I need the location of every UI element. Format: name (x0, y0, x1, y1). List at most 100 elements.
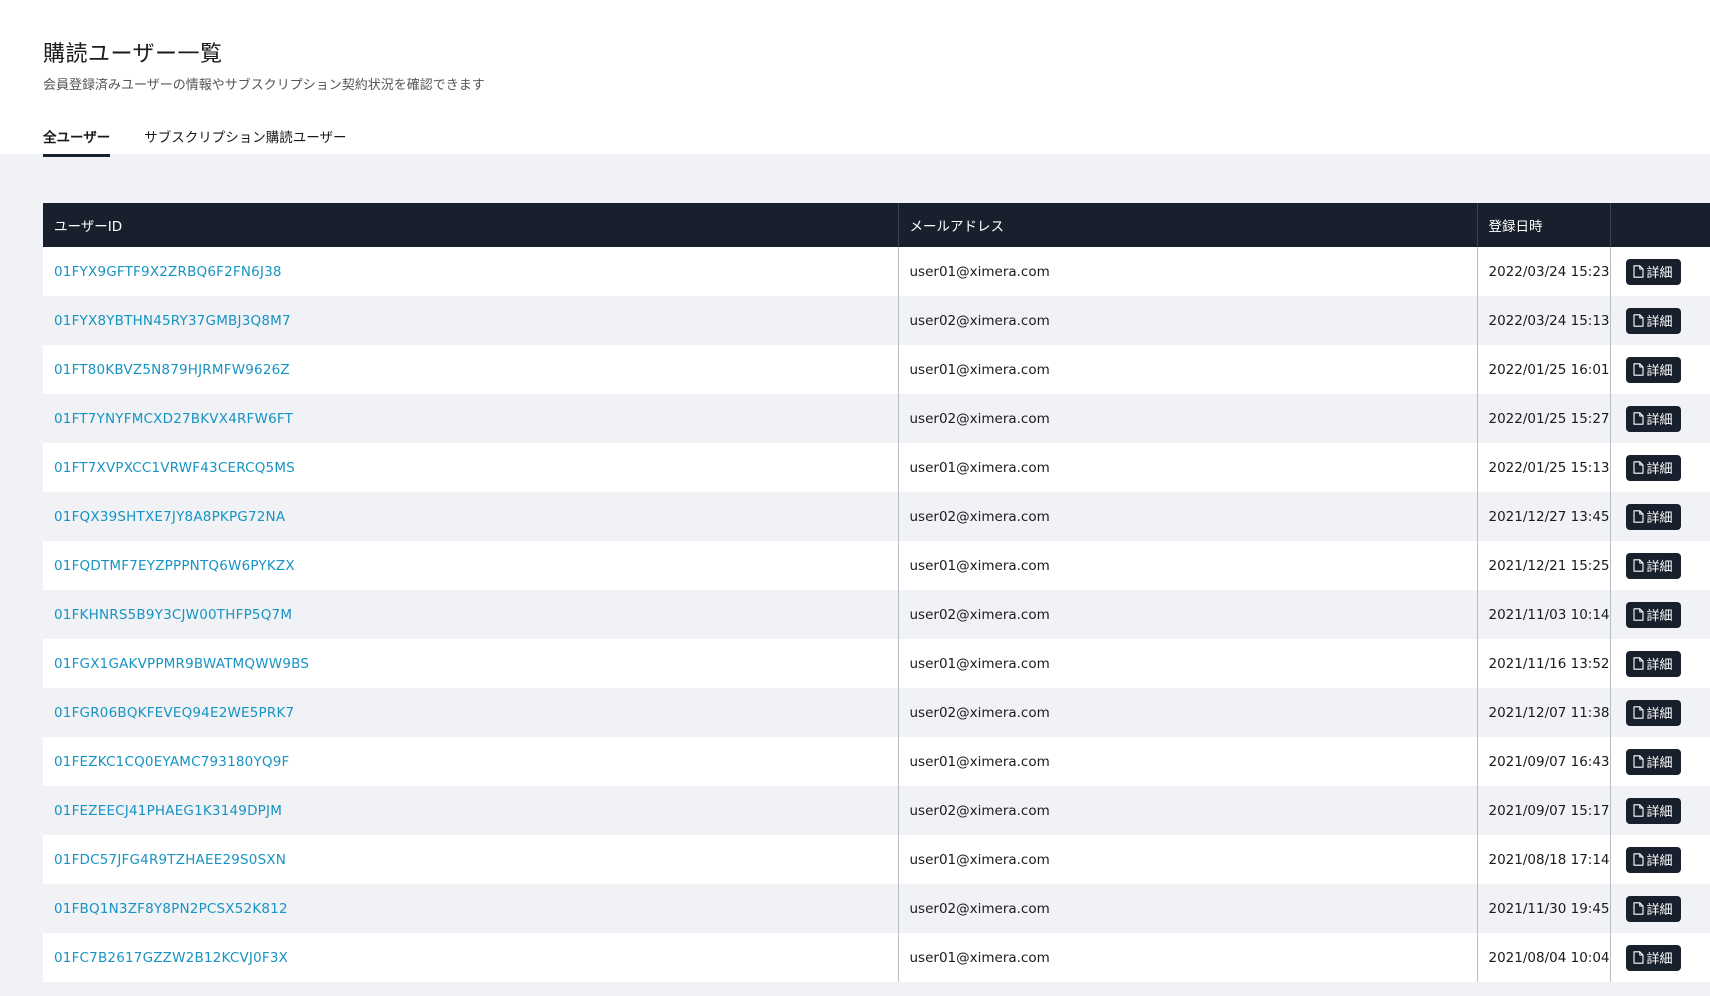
user-id-link[interactable]: 01FT80KBVZ5N879HJRMFW9626Z (54, 362, 290, 378)
detail-button-label: 詳細 (1646, 511, 1673, 526)
detail-button[interactable]: 詳細 (1625, 356, 1681, 383)
actions-cell: 詳細 (1610, 443, 1710, 492)
detail-button-label: 詳細 (1646, 609, 1673, 624)
column-header-registered-at[interactable]: 登録日時 (1477, 203, 1611, 247)
user-id-link[interactable]: 01FQX39SHTXE7JY8A8PKPG72NA (54, 509, 285, 525)
email-text: user01@ximera.com (909, 753, 1050, 770)
user-id-link[interactable]: 01FT7YNYFMCXD27BKVX4RFW6FT (54, 411, 293, 427)
email-cell: user01@ximera.com (898, 443, 1478, 492)
user-id-link[interactable]: 01FYX8YBTHN45RY37GMBJ3Q8M7 (54, 313, 291, 329)
user-id-link[interactable]: 01FYX9GFTF9X2ZRBQ6F2FN6J38 (54, 264, 282, 280)
registered-at-cell: 2021/12/27 13:45 (1477, 492, 1611, 541)
email-text: user02@ximera.com (909, 704, 1050, 721)
actions-cell: 詳細 (1610, 835, 1710, 884)
user-id-link[interactable]: 01FC7B2617GZZW2B12KCVJ0F3X (54, 950, 288, 966)
detail-button[interactable]: 詳細 (1625, 601, 1681, 628)
email-text: user02@ximera.com (909, 312, 1050, 329)
email-cell: user02@ximera.com (898, 492, 1478, 541)
user-id-link[interactable]: 01FBQ1N3ZF8Y8PN2PCSX52K812 (54, 901, 288, 917)
user-id-cell: 01FGX1GAKVPPMR9BWATMQWW9BS (43, 639, 899, 688)
email-text: user01@ximera.com (909, 851, 1050, 868)
registered-at-text: 2022/01/25 16:01 (1488, 361, 1610, 378)
detail-button[interactable]: 詳細 (1625, 846, 1681, 873)
user-id-cell: 01FGR06BQKFEVEQ94E2WE5PRK7 (43, 688, 899, 737)
actions-cell: 詳細 (1610, 394, 1710, 443)
user-id-link[interactable]: 01FGR06BQKFEVEQ94E2WE5PRK7 (54, 705, 294, 721)
registered-at-text: 2021/11/16 13:52 (1488, 655, 1610, 672)
detail-button-label: 詳細 (1646, 364, 1673, 379)
email-cell: user01@ximera.com (898, 639, 1478, 688)
detail-button-label: 詳細 (1646, 560, 1673, 575)
registered-at-cell: 2022/01/25 15:27 (1477, 394, 1611, 443)
document-icon (1632, 265, 1644, 278)
registered-at-text: 2021/12/27 13:45 (1488, 508, 1610, 525)
user-id-link[interactable]: 01FDC57JFG4R9TZHAEE29S0SXN (54, 852, 286, 868)
email-cell: user01@ximera.com (898, 933, 1478, 982)
table-row: 01FGX1GAKVPPMR9BWATMQWW9BS user01@ximera… (43, 639, 1710, 688)
detail-button[interactable]: 詳細 (1625, 454, 1681, 481)
registered-at-cell: 2022/01/25 16:01 (1477, 345, 1611, 394)
registered-at-cell: 2022/03/24 15:23 (1477, 247, 1611, 296)
document-icon (1632, 804, 1644, 817)
registered-at-text: 2022/01/25 15:13 (1488, 459, 1610, 476)
detail-button-label: 詳細 (1646, 707, 1673, 722)
tab-bar: 全ユーザー サブスクリプション購読ユーザー (43, 126, 346, 157)
document-icon (1632, 657, 1644, 670)
detail-button[interactable]: 詳細 (1625, 944, 1681, 971)
registered-at-cell: 2021/12/07 11:38 (1477, 688, 1611, 737)
table-body: 01FYX9GFTF9X2ZRBQ6F2FN6J38 user01@ximera… (43, 247, 1710, 982)
email-cell: user02@ximera.com (898, 688, 1478, 737)
user-id-link[interactable]: 01FKHNRS5B9Y3CJW00THFP5Q7M (54, 607, 292, 623)
table-row: 01FT7XVPXCC1VRWF43CERCQ5MS user01@ximera… (43, 443, 1710, 492)
detail-button[interactable]: 詳細 (1625, 748, 1681, 775)
user-id-link[interactable]: 01FT7XVPXCC1VRWF43CERCQ5MS (54, 460, 295, 476)
table-row: 01FEZKC1CQ0EYAMC793180YQ9F user01@ximera… (43, 737, 1710, 786)
detail-button[interactable]: 詳細 (1625, 699, 1681, 726)
table-row: 01FKHNRS5B9Y3CJW00THFP5Q7M user02@ximera… (43, 590, 1710, 639)
document-icon (1632, 706, 1644, 719)
user-id-cell: 01FYX8YBTHN45RY37GMBJ3Q8M7 (43, 296, 899, 345)
page-subtitle: 会員登録済みユーザーの情報やサブスクリプション契約状況を確認できます (43, 78, 485, 93)
detail-button[interactable]: 詳細 (1625, 797, 1681, 824)
detail-button[interactable]: 詳細 (1625, 307, 1681, 334)
detail-button[interactable]: 詳細 (1625, 503, 1681, 530)
document-icon (1632, 559, 1644, 572)
registered-at-cell: 2021/09/07 15:17 (1477, 786, 1611, 835)
tab-all-users[interactable]: 全ユーザー (43, 126, 111, 157)
user-id-link[interactable]: 01FQDTMF7EYZPPPNTQ6W6PYKZX (54, 558, 295, 574)
detail-button[interactable]: 詳細 (1625, 552, 1681, 579)
detail-button[interactable]: 詳細 (1625, 258, 1681, 285)
document-icon (1632, 902, 1644, 915)
detail-button-label: 詳細 (1646, 266, 1673, 281)
user-id-link[interactable]: 01FGX1GAKVPPMR9BWATMQWW9BS (54, 656, 309, 672)
table-row: 01FYX9GFTF9X2ZRBQ6F2FN6J38 user01@ximera… (43, 247, 1710, 296)
email-text: user02@ximera.com (909, 802, 1050, 819)
registered-at-cell: 2021/09/07 16:43 (1477, 737, 1611, 786)
table-row: 01FBQ1N3ZF8Y8PN2PCSX52K812 user02@ximera… (43, 884, 1710, 933)
user-id-link[interactable]: 01FEZEECJ41PHAEG1K3149DPJM (54, 803, 282, 819)
column-header-user-id[interactable]: ユーザーID (43, 203, 899, 247)
table-row: 01FEZEECJ41PHAEG1K3149DPJM user02@ximera… (43, 786, 1710, 835)
registered-at-cell: 2022/03/24 15:13 (1477, 296, 1611, 345)
detail-button[interactable]: 詳細 (1625, 650, 1681, 677)
column-header-email[interactable]: メールアドレス (898, 203, 1478, 247)
email-cell: user01@ximera.com (898, 835, 1478, 884)
detail-button[interactable]: 詳細 (1625, 405, 1681, 432)
registered-at-text: 2021/08/18 17:14 (1488, 851, 1610, 868)
table-row: 01FQX39SHTXE7JY8A8PKPG72NA user02@ximera… (43, 492, 1710, 541)
user-id-cell: 01FKHNRS5B9Y3CJW00THFP5Q7M (43, 590, 899, 639)
user-id-cell: 01FYX9GFTF9X2ZRBQ6F2FN6J38 (43, 247, 899, 296)
email-text: user02@ximera.com (909, 900, 1050, 917)
user-id-link[interactable]: 01FEZKC1CQ0EYAMC793180YQ9F (54, 754, 290, 770)
table-header-row: ユーザーID メールアドレス 登録日時 (43, 203, 1710, 247)
document-icon (1632, 755, 1644, 768)
email-text: user02@ximera.com (909, 410, 1050, 427)
user-id-cell: 01FQDTMF7EYZPPPNTQ6W6PYKZX (43, 541, 899, 590)
registered-at-text: 2021/09/07 15:17 (1488, 802, 1610, 819)
table-row: 01FT7YNYFMCXD27BKVX4RFW6FT user02@ximera… (43, 394, 1710, 443)
registered-at-text: 2022/03/24 15:13 (1488, 312, 1610, 329)
actions-cell: 詳細 (1610, 884, 1710, 933)
detail-button[interactable]: 詳細 (1625, 895, 1681, 922)
tab-subscription-users[interactable]: サブスクリプション購読ユーザー (144, 126, 346, 157)
email-text: user01@ximera.com (909, 557, 1050, 574)
